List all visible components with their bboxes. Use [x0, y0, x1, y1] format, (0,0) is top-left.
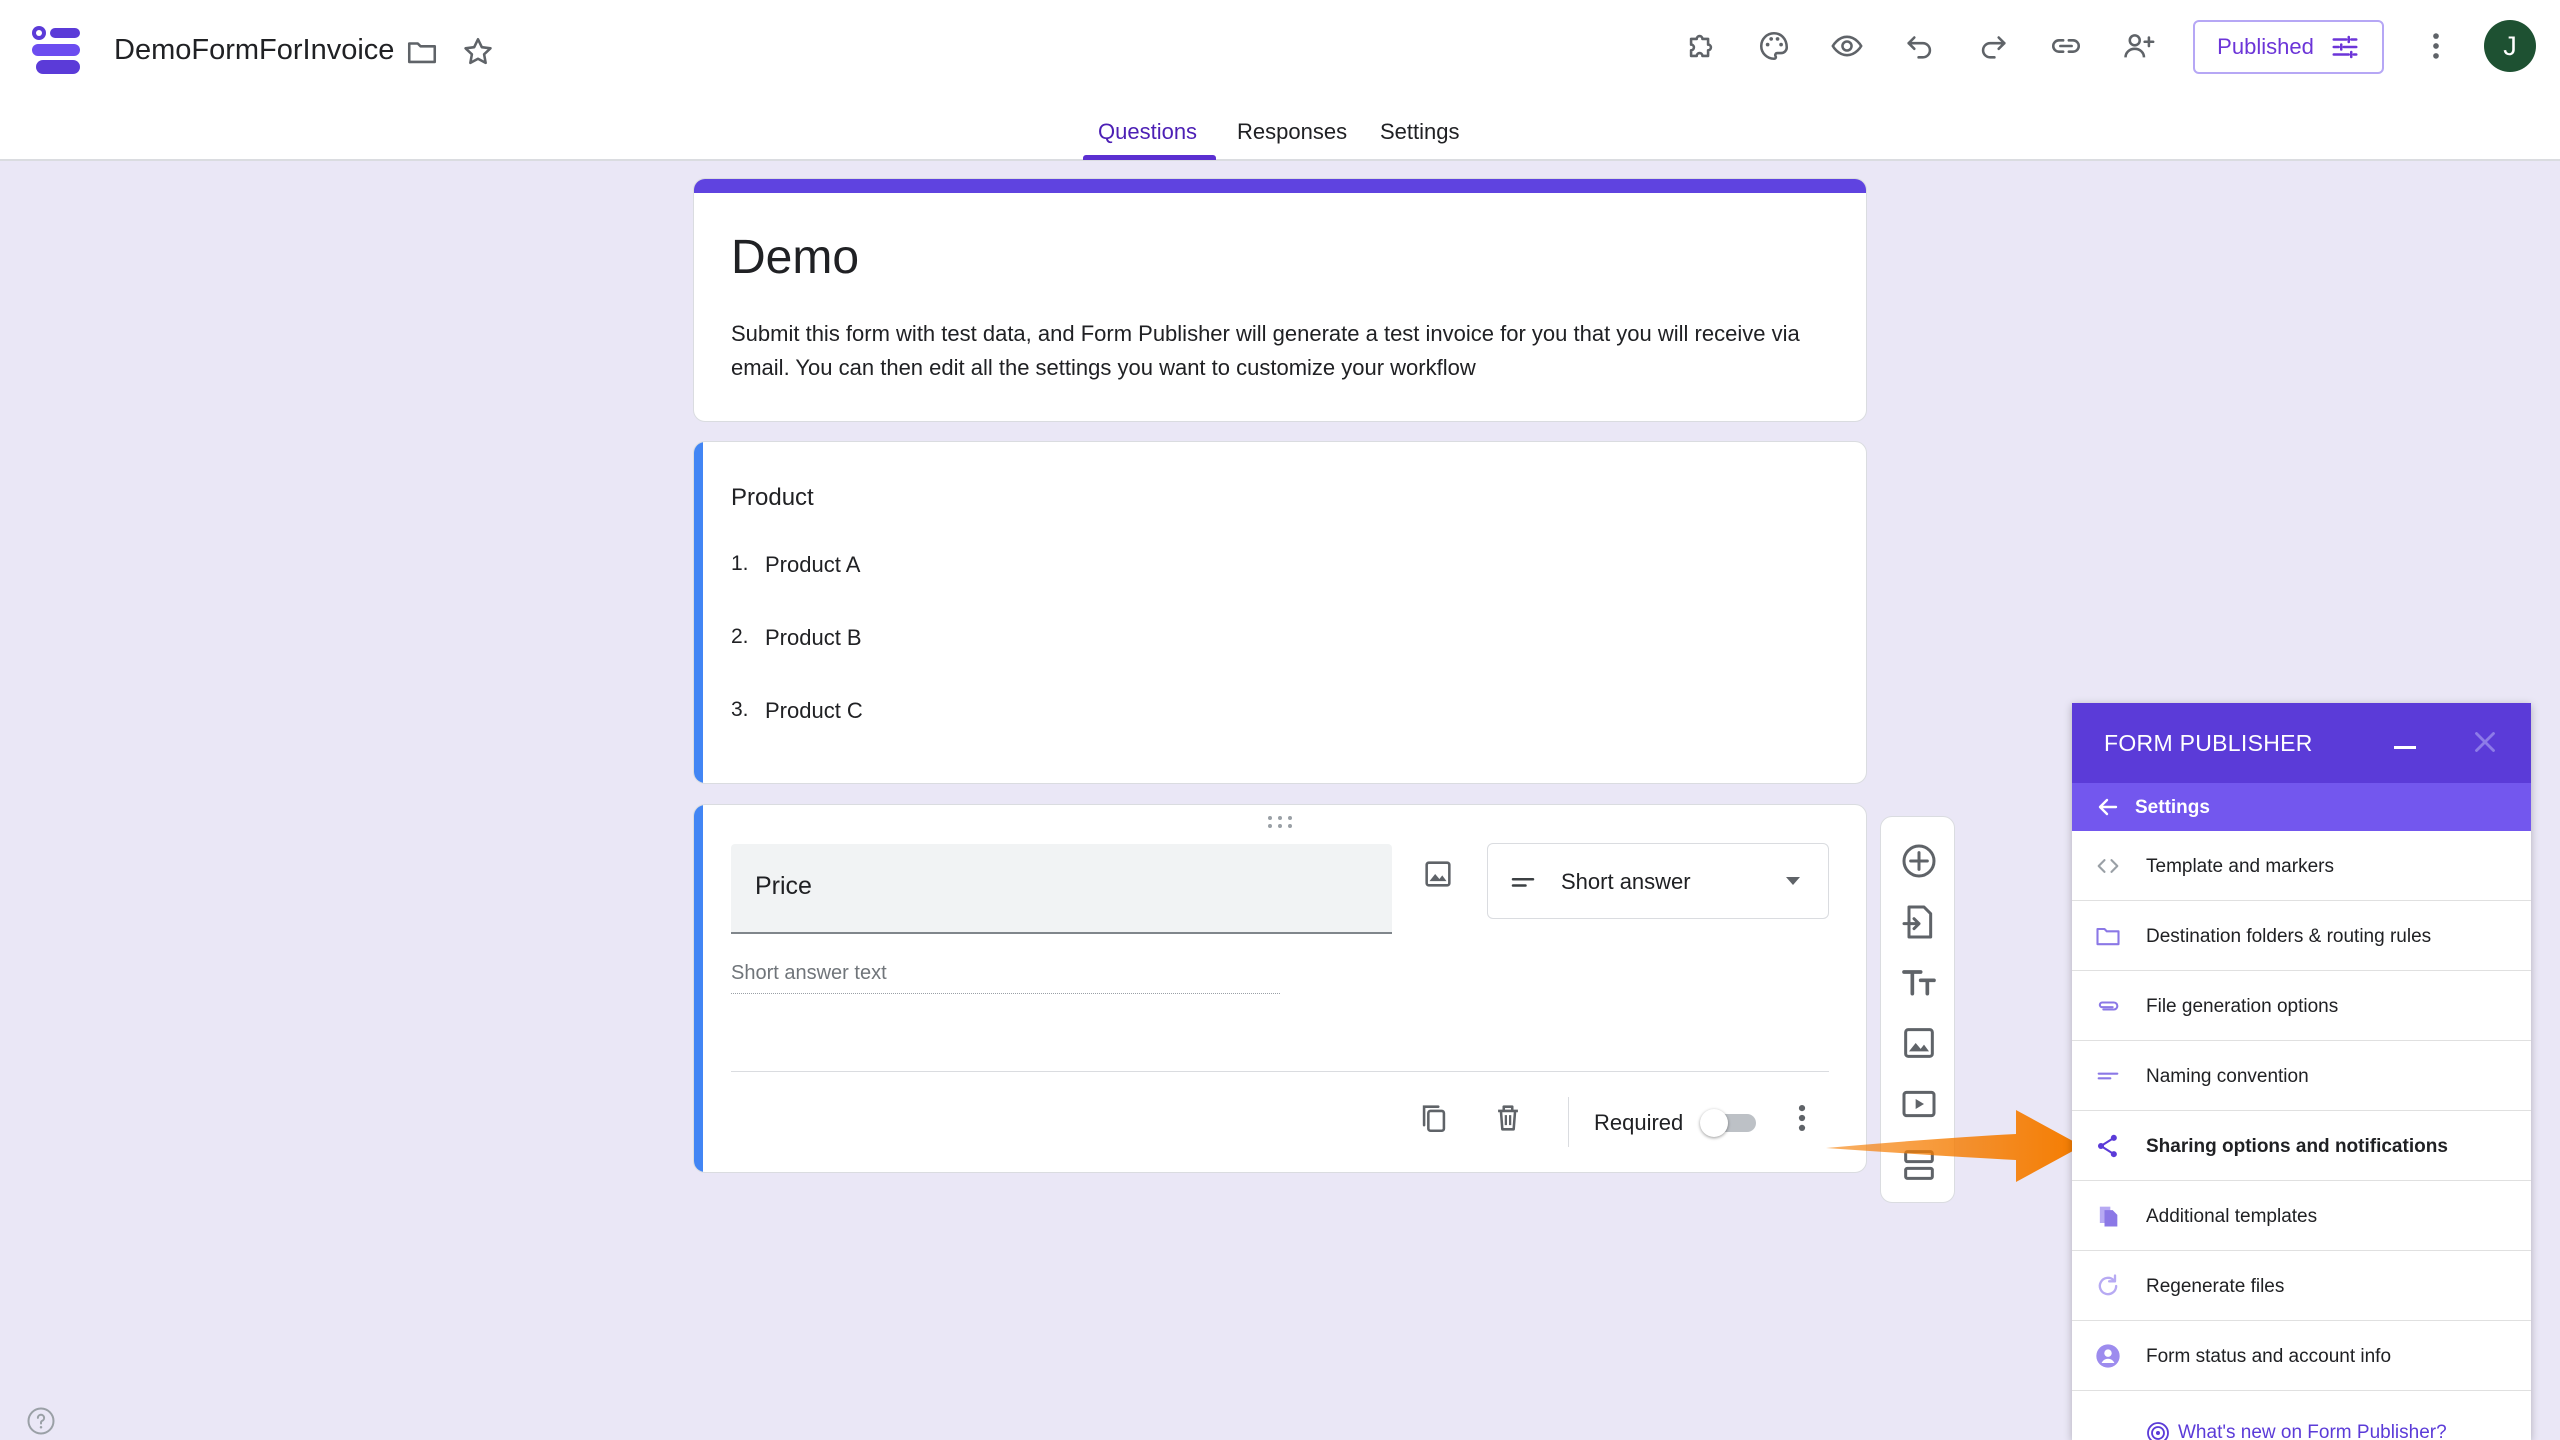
product-options-list: 1. Product A 2. Product B 3. Product C [731, 552, 863, 771]
arrow-back-icon[interactable] [2096, 795, 2120, 819]
divider [1568, 1097, 1569, 1147]
palette-icon[interactable] [1750, 22, 1798, 70]
whats-new-link[interactable]: What's new on Form Publisher? [2146, 1421, 2447, 1440]
undo-icon[interactable] [1896, 22, 1944, 70]
tune-sliders-icon [2332, 35, 2358, 59]
list-item-label: Product A [765, 552, 861, 577]
panel-header: FORM PUBLISHER [2072, 703, 2531, 783]
required-toggle[interactable] [1700, 1109, 1758, 1137]
drag-handle-icon[interactable] [1267, 815, 1293, 834]
more-vert-icon[interactable] [2412, 22, 2460, 70]
short-text-icon [1511, 878, 1535, 887]
fp-item-label: Form status and account info [2146, 1346, 2392, 1367]
list-item-number: 3. [731, 698, 749, 721]
fp-item-additional-templates[interactable]: Additional templates [2072, 1181, 2531, 1251]
question-accent-bar [694, 442, 703, 783]
fp-item-template-and-markers[interactable]: Template and markers [2072, 831, 2531, 901]
folder-icon [2096, 927, 2120, 946]
preview-eye-icon[interactable] [1823, 22, 1871, 70]
tab-questions[interactable]: Questions [1098, 119, 1197, 145]
redo-icon[interactable] [1969, 22, 2017, 70]
fp-item-label: File generation options [2146, 996, 2339, 1017]
fp-item-label: Destination folders & routing rules [2146, 926, 2432, 947]
tab-responses[interactable]: Responses [1237, 119, 1347, 145]
attachment-icon [2098, 1001, 2119, 1011]
more-vert-icon[interactable] [1787, 1101, 1817, 1140]
list-item: 3. Product C [731, 698, 863, 771]
add-image-icon[interactable] [1421, 857, 1455, 896]
required-label: Required [1594, 1110, 1684, 1135]
add-title-text-icon[interactable] [1899, 962, 1939, 1002]
list-item-label: Product C [765, 698, 863, 723]
add-image-icon[interactable] [1899, 1023, 1939, 1063]
fp-item-form-status[interactable]: Form status and account info [2072, 1321, 2531, 1391]
annotation-arrow-icon [1826, 1110, 2082, 1182]
question-title-input[interactable]: Price [731, 844, 1392, 934]
share-icon [2097, 1134, 2117, 1158]
duplicate-icon[interactable] [1417, 1101, 1451, 1140]
fp-item-label: Regenerate files [2146, 1276, 2285, 1297]
fp-item-label: Additional templates [2146, 1206, 2318, 1227]
fp-item-label: Sharing options and notifications [2146, 1136, 2448, 1157]
account-icon [2096, 1344, 2120, 1368]
whats-new-label: What's new on Form Publisher? [2178, 1422, 2447, 1440]
list-item-label: Product B [765, 625, 862, 650]
fp-item-label: Naming convention [2146, 1066, 2309, 1087]
published-label: Published [2217, 34, 2314, 59]
panel-section-title: Settings [2135, 797, 2210, 818]
add-question-icon[interactable] [1899, 841, 1939, 881]
forms-logo-icon[interactable] [30, 24, 82, 76]
short-answer-placeholder: Short answer text [731, 962, 1280, 994]
divider [731, 1071, 1829, 1072]
form-title-card[interactable]: Demo Submit this form with test data, an… [693, 178, 1867, 422]
active-tab-indicator [1083, 155, 1216, 160]
fp-item-destination-folders[interactable]: Destination folders & routing rules [2072, 901, 2531, 971]
panel-subheader[interactable]: Settings [2072, 783, 2531, 831]
form-tabs: Questions Responses Settings [0, 108, 2560, 160]
list-item: 1. Product A [731, 552, 863, 625]
product-question-card[interactable]: Product 1. Product A 2. Product B 3. Produc… [693, 441, 1867, 784]
fp-item-file-generation-options[interactable]: File generation options [2072, 971, 2531, 1041]
tab-settings[interactable]: Settings [1380, 119, 1460, 145]
broadcast-icon [2147, 1422, 2169, 1440]
form-description[interactable]: Submit this form with test data, and For… [731, 317, 1841, 385]
fp-item-label: Template and markers [2146, 856, 2334, 877]
copy-icon [2099, 1206, 2118, 1227]
code-icon [2097, 859, 2119, 873]
list-item: 2. Product B [731, 625, 863, 698]
chevron-down-icon [1786, 877, 1800, 885]
list-item-number: 1. [731, 552, 749, 575]
form-publisher-panel: FORM PUBLISHER Settings Template and mar… [2072, 703, 2531, 1440]
close-icon[interactable] [2468, 725, 2502, 759]
user-avatar[interactable]: J [2484, 20, 2536, 72]
published-button[interactable]: Published [2193, 20, 2384, 74]
question-type-label: Short answer [1561, 869, 1691, 894]
short-text-icon [2097, 1072, 2119, 1080]
toggle-knob [1700, 1109, 1728, 1137]
help-icon[interactable] [26, 1406, 56, 1436]
question-accent-bar [694, 805, 703, 1172]
app-header: DemoFormForInvoice Published J Questions… [0, 0, 2560, 161]
question-type-dropdown[interactable]: Short answer [1487, 843, 1829, 919]
fp-item-sharing-options[interactable]: Sharing options and notifications [2072, 1111, 2531, 1181]
panel-title: FORM PUBLISHER [2104, 730, 2313, 756]
document-title[interactable]: DemoFormForInvoice [114, 34, 394, 67]
form-accent-bar [694, 179, 1866, 193]
import-questions-icon[interactable] [1899, 902, 1939, 942]
add-collaborator-icon[interactable] [2115, 22, 2163, 70]
refresh-icon [2098, 1274, 2118, 1296]
question-title-value: Price [755, 872, 812, 900]
folder-icon[interactable] [398, 28, 446, 76]
minimize-icon[interactable] [2394, 746, 2416, 749]
form-title[interactable]: Demo [731, 230, 859, 285]
delete-trash-icon[interactable] [1491, 1101, 1525, 1140]
price-question-card[interactable]: Price Short answer Short answer text Req… [693, 804, 1867, 1173]
question-title: Product [731, 484, 814, 511]
list-item-number: 2. [731, 625, 749, 648]
fp-item-regenerate-files[interactable]: Regenerate files [2072, 1251, 2531, 1321]
star-icon[interactable] [454, 28, 502, 76]
fp-item-naming-convention[interactable]: Naming convention [2072, 1041, 2531, 1111]
addons-puzzle-icon[interactable] [1677, 22, 1725, 70]
link-icon[interactable] [2042, 22, 2090, 70]
